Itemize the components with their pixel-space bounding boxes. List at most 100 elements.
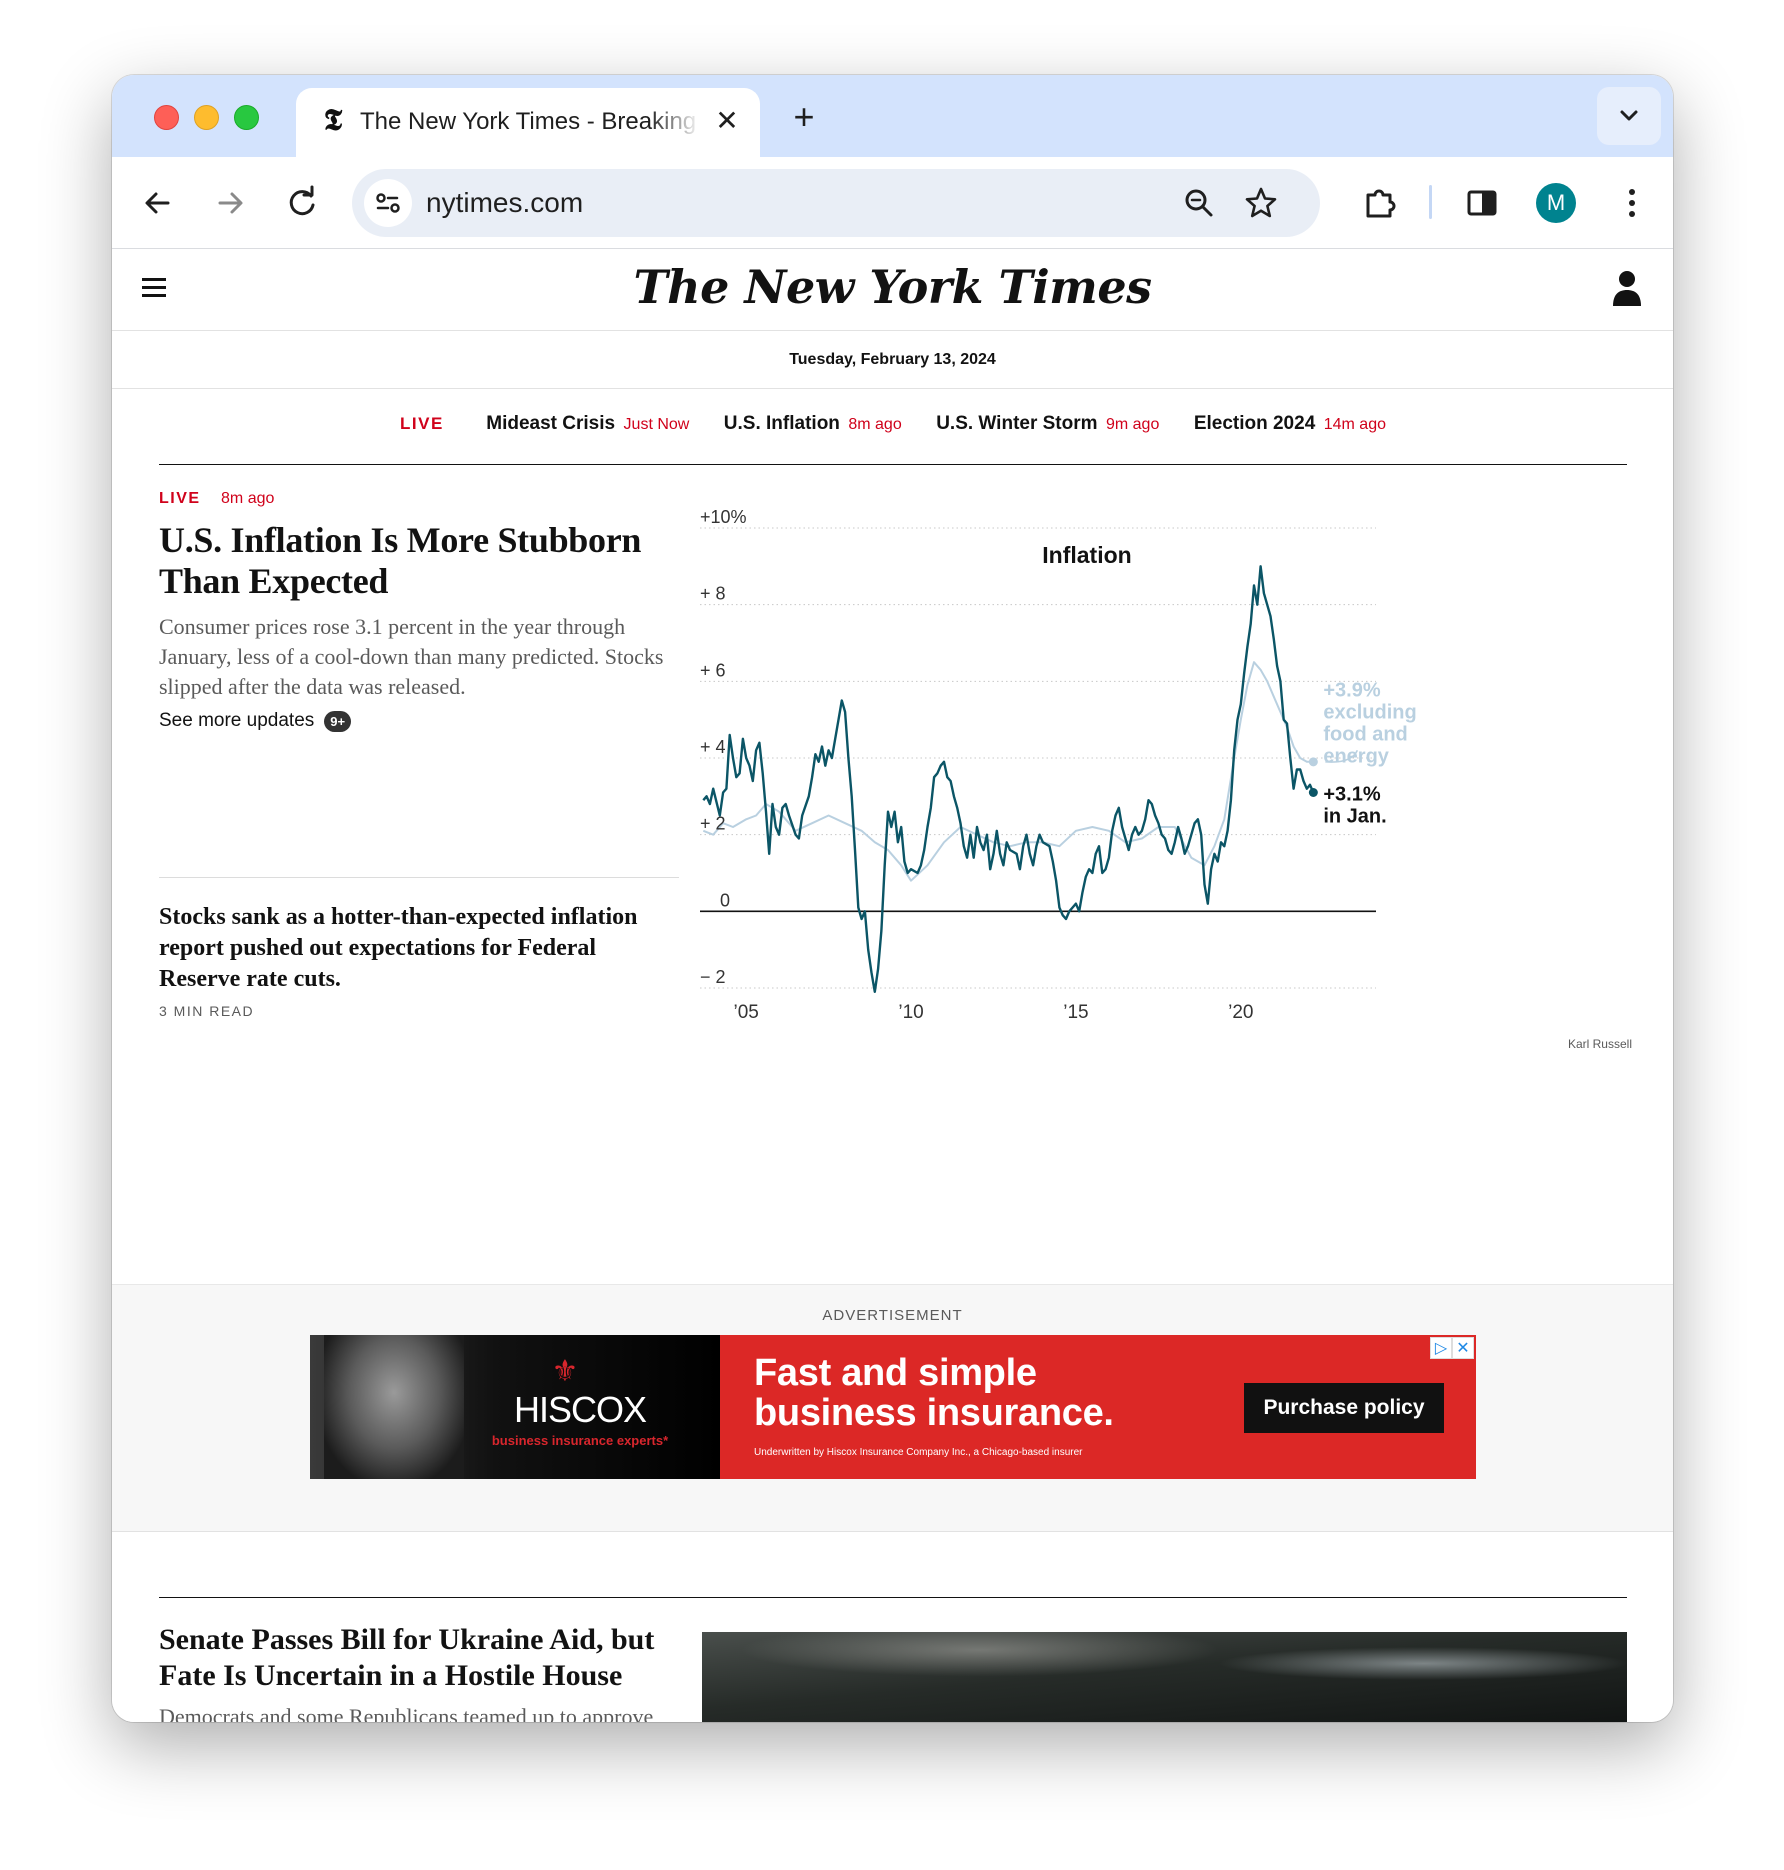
kebab-menu-icon[interactable]: [1610, 181, 1654, 225]
dateline: Tuesday, February 13, 2024: [112, 331, 1673, 389]
nyt-logo[interactable]: The New York Times: [112, 260, 1673, 314]
site-settings-button[interactable]: [364, 179, 412, 227]
extensions-puzzle-icon[interactable]: [1358, 181, 1402, 225]
chart-credit: Karl Russell: [1568, 1037, 1632, 1050]
story-ukraine-aid: Senate Passes Bill for Ukraine Aid, but …: [159, 1622, 679, 1722]
lead-story: LIVE 8m ago U.S. Inflation Is More Stubb…: [159, 490, 679, 732]
close-ad-icon[interactable]: ✕: [1452, 1337, 1474, 1359]
headline-inflation-line: [702, 565, 1315, 993]
live-item-time: 14m ago: [1323, 416, 1386, 433]
y-tick-label: + 6: [700, 660, 726, 680]
story2-summary[interactable]: Democrats and some Republicans teamed up…: [159, 1702, 679, 1722]
inflation-chart[interactable]: +10% + 8 + 6 + 4 + 2 0 − 2 ’05 ’10 ’15 ’20 +3.9% exc…: [692, 490, 1632, 1050]
page-content: The New York Times Tuesday, February 13,…: [112, 250, 1673, 1722]
headline-inflation-line-endpoint: [1308, 788, 1318, 797]
y-tick-label: + 8: [700, 584, 726, 604]
ad-headline-line: business insurance.: [754, 1392, 1114, 1434]
read-time: 3 MIN READ: [159, 1003, 255, 1019]
ad-label: ADVERTISEMENT: [822, 1307, 963, 1324]
live-item-label: Mideast Crisis: [486, 413, 616, 434]
tab-nytimes[interactable]: 𝕿 The New York Times - Breaking News, US…: [296, 88, 760, 157]
live-item-time: Just Now: [623, 416, 690, 433]
live-bar-item[interactable]: Election 2024 14m ago: [1194, 413, 1386, 435]
toolbar-divider: [1429, 185, 1432, 219]
ad-headline: Fast and simple business insurance.: [754, 1353, 1114, 1433]
live-bar-item[interactable]: Mideast Crisis Just Now: [486, 413, 689, 435]
x-tick-label: ’15: [1063, 1002, 1088, 1023]
chart-title: Inflation: [1042, 542, 1131, 568]
purchase-policy-button[interactable]: Purchase policy: [1244, 1383, 1444, 1433]
tab-strip: 𝕿 The New York Times - Breaking News, US…: [112, 75, 1673, 157]
browser-window: 𝕿 The New York Times - Breaking News, US…: [112, 75, 1673, 1722]
live-item-label: Election 2024: [1193, 413, 1316, 434]
related-story: Stocks sank as a hotter-than-expected in…: [159, 902, 679, 1019]
story2-photo[interactable]: [702, 1632, 1627, 1722]
ad-brand: HISCOX: [513, 1389, 647, 1430]
close-icon[interactable]: ✕: [712, 106, 742, 136]
forward-arrow-icon[interactable]: [208, 181, 252, 225]
adchoices-icon[interactable]: ▷: [1430, 1337, 1452, 1359]
y-tick-label: 0: [720, 890, 730, 910]
bookmark-star-icon[interactable]: [1242, 184, 1280, 222]
live-bar-item[interactable]: U.S. Winter Storm 9m ago: [936, 413, 1159, 435]
lead-live-label: LIVE: [159, 490, 201, 507]
browser-toolbar: nytimes.com M: [112, 157, 1673, 249]
masthead: The New York Times: [112, 250, 1673, 331]
live-item-time: 8m ago: [848, 416, 902, 433]
tune-icon: [376, 193, 400, 213]
ad-message-panel: Fast and simple business insurance. Unde…: [720, 1335, 1476, 1479]
y-tick-label: + 2: [700, 814, 726, 834]
see-more-label: See more updates: [159, 710, 315, 731]
live-bar-item[interactable]: U.S. Inflation 8m ago: [724, 413, 902, 435]
new-tab-button[interactable]: +: [784, 97, 824, 137]
lead-timestamp: 8m ago: [221, 490, 275, 507]
x-tick-label: ’20: [1228, 1002, 1253, 1023]
address-bar[interactable]: nytimes.com: [352, 169, 1320, 237]
nyt-favicon-icon: 𝕿: [323, 103, 343, 138]
user-account-icon[interactable]: [1611, 268, 1643, 308]
story2-headline[interactable]: Senate Passes Bill for Ukraine Aid, but …: [159, 1622, 679, 1694]
ad-brand-panel: ⚜ HISCOX business insurance experts*: [310, 1335, 720, 1479]
live-bar: LIVE Mideast Crisis Just Now U.S. Inflat…: [159, 390, 1627, 465]
ad-banner[interactable]: ⚜ HISCOX business insurance experts* Fas…: [310, 1335, 1476, 1479]
close-window-button[interactable]: [154, 105, 179, 130]
ad-photo: [324, 1335, 464, 1479]
zoom-window-button[interactable]: [234, 105, 259, 130]
headline-annotation: +3.1% in Jan.: [1323, 784, 1386, 828]
url-text[interactable]: nytimes.com: [426, 187, 583, 219]
zoom-icon[interactable]: [1180, 184, 1218, 222]
minimize-window-button[interactable]: [194, 105, 219, 130]
profile-avatar[interactable]: M: [1536, 183, 1576, 223]
live-item-label: U.S. Winter Storm: [936, 413, 1098, 434]
lead-headline[interactable]: U.S. Inflation Is More Stubborn Than Exp…: [159, 520, 679, 602]
y-tick-label: + 4: [700, 737, 726, 757]
reload-icon[interactable]: [280, 181, 324, 225]
chevron-down-icon: [1620, 110, 1638, 121]
y-tick-label: +10%: [700, 507, 747, 527]
ad-choices[interactable]: ▷ ✕: [1430, 1337, 1474, 1359]
related-headline[interactable]: Stocks sank as a hotter-than-expected in…: [159, 902, 679, 995]
section-rule: [159, 1597, 1627, 1598]
advertisement-region: ADVERTISEMENT ⚜ HISCOX business insuranc…: [112, 1284, 1673, 1532]
ad-brand-sub: business insurance experts*: [491, 1433, 669, 1448]
live-item-label: U.S. Inflation: [723, 413, 840, 434]
x-tick-label: ’05: [733, 1002, 758, 1023]
x-tick-label: ’10: [898, 1002, 923, 1023]
y-tick-label: − 2: [700, 967, 726, 987]
ad-headline-line: Fast and simple: [754, 1352, 1037, 1394]
see-more-updates-link[interactable]: See more updates 9+: [159, 710, 679, 732]
fleur-de-lis-icon: ⚜: [551, 1355, 579, 1388]
ad-fine-print: Underwritten by Hiscox Insurance Company…: [754, 1447, 1083, 1458]
divider: [159, 877, 679, 878]
lead-summary[interactable]: Consumer prices rose 3.1 percent in the …: [159, 612, 679, 702]
live-label: LIVE: [400, 414, 444, 433]
side-panel-icon[interactable]: [1460, 181, 1504, 225]
live-item-time: 9m ago: [1105, 416, 1160, 433]
back-arrow-icon[interactable]: [136, 181, 180, 225]
core-inflation-line-endpoint: [1308, 757, 1318, 767]
tab-search-button[interactable]: [1597, 87, 1661, 145]
updates-count-badge: 9+: [324, 710, 352, 732]
lead-kicker: LIVE 8m ago: [159, 490, 679, 508]
core-annotation: +3.9% excluding food and energy: [1323, 680, 1416, 768]
tab-title: The New York Times - Breaking News, US N…: [360, 108, 700, 135]
